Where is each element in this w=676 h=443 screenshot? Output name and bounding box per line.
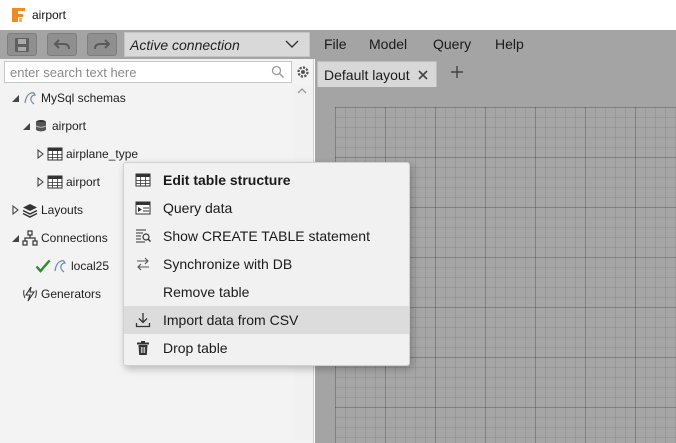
connected-check-icon (35, 258, 51, 274)
download-icon (134, 311, 152, 329)
menu-item-label: Edit table structure (163, 172, 291, 188)
query-data-menu-item[interactable]: Query data (124, 194, 409, 222)
tree-item-table-airport[interactable]: airport (35, 172, 100, 192)
undo-icon (53, 38, 70, 49)
collapsed-arrow-icon[interactable] (10, 205, 20, 215)
synchronize-with-db-menu-item[interactable]: Synchronize with DB (124, 250, 409, 278)
tree-item-label: Layouts (41, 203, 84, 217)
mysql-dolphin-icon (52, 258, 68, 274)
query-table-icon (134, 199, 152, 217)
database-icon (33, 118, 49, 134)
sql-search-icon (134, 227, 152, 245)
tree-item-label: airport (52, 119, 87, 133)
save-icon (15, 37, 29, 52)
menu-item-label: Synchronize with DB (163, 256, 293, 272)
menu-file[interactable]: File (324, 30, 347, 59)
save-button[interactable] (7, 33, 37, 56)
import-data-from-csv-menu-item[interactable]: Import data from CSV (124, 306, 409, 334)
tree-item-generators[interactable]: Generators (22, 284, 101, 304)
search-icon (271, 65, 285, 79)
redo-icon (94, 38, 111, 49)
collapsed-arrow-icon[interactable] (35, 177, 45, 187)
layout-tab-bar: Default layout (315, 59, 676, 87)
add-tab-icon[interactable] (449, 64, 465, 80)
scroll-up-icon[interactable] (296, 87, 308, 95)
redo-button[interactable] (87, 33, 117, 56)
chevron-down-icon (285, 40, 299, 48)
blank-icon (134, 283, 152, 301)
undo-button[interactable] (47, 33, 77, 56)
edit-table-structure-menu-item[interactable]: Edit table structure (124, 166, 409, 194)
tree-item-label: Generators (41, 287, 102, 301)
table-context-menu: Edit table structure Query data Show CRE… (123, 162, 410, 366)
search-input[interactable] (5, 62, 265, 82)
table-icon (47, 146, 63, 162)
tree-item-table-airplane-type[interactable]: airplane_type (35, 144, 138, 164)
app-logo-icon (12, 8, 26, 22)
tab-default-layout[interactable]: Default layout (317, 61, 437, 87)
close-icon[interactable] (417, 69, 429, 81)
generator-icon (22, 286, 38, 302)
tab-label: Default layout (324, 66, 410, 83)
gear-icon (297, 66, 309, 78)
tree-item-layouts[interactable]: Layouts (10, 200, 83, 220)
tree-item-label: Connections (41, 231, 108, 245)
tree-item-connections[interactable]: Connections (10, 228, 108, 248)
active-connection-select[interactable]: Active connection (124, 32, 310, 57)
table-icon (47, 174, 63, 190)
title-bar: airport (0, 0, 676, 30)
menu-item-label: Query data (163, 200, 233, 216)
menu-item-label: Drop table (163, 340, 228, 356)
show-create-table-menu-item[interactable]: Show CREATE TABLE statement (124, 222, 409, 250)
network-icon (22, 230, 38, 246)
toolbar: Active connection File Model Query Help (0, 30, 676, 59)
settings-button[interactable] (294, 62, 312, 82)
menu-item-label: Import data from CSV (163, 312, 299, 328)
menu-query[interactable]: Query (433, 30, 471, 59)
drop-table-menu-item[interactable]: Drop table (124, 334, 409, 362)
menu-item-label: Show CREATE TABLE statement (163, 228, 370, 244)
expanded-arrow-icon[interactable] (21, 121, 31, 131)
collapsed-arrow-icon[interactable] (35, 149, 45, 159)
sync-arrows-icon (134, 255, 152, 273)
menu-item-label: Remove table (163, 284, 250, 300)
tree-item-label: local25 (71, 259, 110, 273)
window-title: airport (32, 8, 67, 22)
search-box (4, 61, 292, 83)
tree-item-mysql-schemas[interactable]: MySql schemas (10, 88, 126, 108)
expanded-arrow-icon[interactable] (10, 93, 20, 103)
tree-item-schema-airport[interactable]: airport (21, 116, 86, 136)
active-connection-value: Active connection (130, 36, 240, 53)
tree-item-label: MySql schemas (41, 91, 126, 105)
tree-item-connection-local25[interactable]: local25 (35, 256, 109, 276)
mysql-dolphin-icon (22, 90, 38, 106)
trash-icon (134, 339, 152, 357)
tree-item-label: airport (66, 175, 101, 189)
menu-help[interactable]: Help (495, 30, 524, 59)
table-grid-icon (134, 171, 152, 189)
layers-icon (22, 202, 38, 218)
tree-item-label: airplane_type (66, 147, 139, 161)
menu-model[interactable]: Model (369, 30, 407, 59)
remove-table-menu-item[interactable]: Remove table (124, 278, 409, 306)
expanded-arrow-icon[interactable] (10, 233, 20, 243)
